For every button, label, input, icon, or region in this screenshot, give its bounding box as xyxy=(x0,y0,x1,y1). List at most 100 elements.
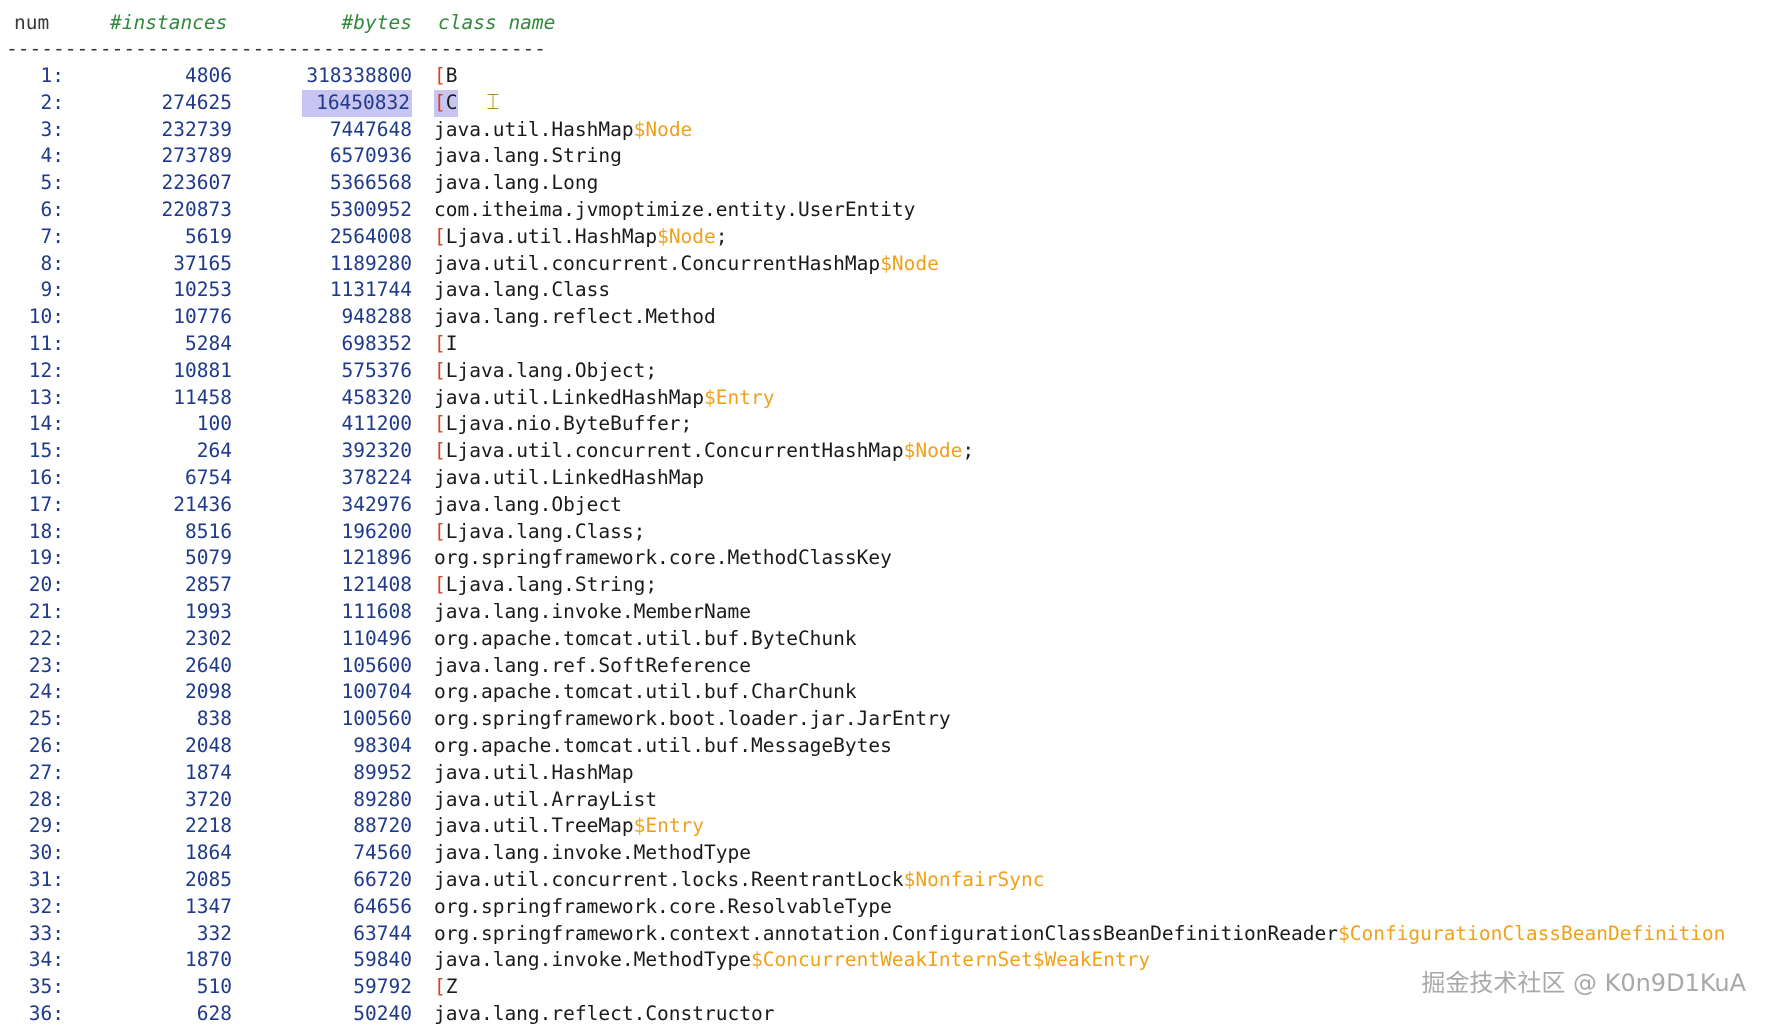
inner-class-suffix: $NonfairSync xyxy=(903,867,1045,891)
class-name-cell: java.lang.invoke.MemberName xyxy=(434,599,751,626)
instances-cell: 1347 xyxy=(185,894,232,918)
table-row[interactable]: 15: 264 392320 [Ljava.util.concurrent.Concu… xyxy=(0,438,1768,465)
class-name-cell: java.util.TreeMap$Entry xyxy=(434,813,704,840)
table-row[interactable]: 18: 8516 196200 [Ljava.lang.Class; xyxy=(0,519,1768,546)
bytes-cell: 2564008 xyxy=(329,224,412,248)
table-row[interactable]: 5: 223607 5366568 java.lang.Long xyxy=(0,170,1768,197)
table-row[interactable]: 3: 232739 7447648 java.util.HashMap$Node xyxy=(0,117,1768,144)
array-bracket: [ xyxy=(434,412,446,436)
histogram-table[interactable]: 1: 4806 318338800 [B 2: 274625 16450832 [C 3: 232… xyxy=(0,63,1768,1026)
array-bracket: [ xyxy=(434,358,446,382)
table-row[interactable]: 6: 220873 5300952 com.itheima.jvmoptimize.e… xyxy=(0,197,1768,224)
table-row[interactable]: 12: 10881 575376 [Ljava.lang.Object; xyxy=(0,358,1768,385)
class-name-text: java.util.ArrayList xyxy=(434,787,658,811)
table-row[interactable]: 2: 274625 16450832 [C xyxy=(0,89,1768,117)
row-number: 36: xyxy=(28,1001,64,1025)
table-row[interactable]: 7: 5619 2564008 [Ljava.util.HashMap$Node; xyxy=(0,224,1768,251)
bytes-cell: 1189280 xyxy=(329,251,412,275)
class-name-cell: java.lang.invoke.MethodType$ConcurrentWe… xyxy=(434,947,1150,974)
instances-cell: 21436 xyxy=(173,492,232,516)
class-name-cell: [Ljava.lang.Class; xyxy=(434,519,645,546)
table-row[interactable]: 31: 2085 66720 java.util.concurrent.locks.R… xyxy=(0,867,1768,894)
class-name-suffix: ; xyxy=(962,439,975,463)
row-number: 5: xyxy=(40,171,64,195)
table-row[interactable]: 27: 1874 89952 java.util.HashMap xyxy=(0,760,1768,787)
row-number: 18: xyxy=(28,519,64,543)
table-row[interactable]: 4: 273789 6570936 java.lang.String xyxy=(0,143,1768,170)
table-row[interactable]: 32: 1347 64656 org.springframework.core.Res… xyxy=(0,894,1768,921)
table-row[interactable]: 11: 5284 698352 [I xyxy=(0,331,1768,358)
instances-cell: 8516 xyxy=(185,519,232,543)
class-name-cell: java.util.HashMap xyxy=(434,760,634,787)
row-number: 31: xyxy=(28,867,64,891)
bytes-cell: 89280 xyxy=(353,787,412,811)
row-number: 2: xyxy=(40,90,64,114)
row-number: 30: xyxy=(28,841,64,865)
inner-class-suffix: $ConcurrentWeakInternSet$WeakEntry xyxy=(750,948,1151,972)
table-row[interactable]: 20: 2857 121408 [Ljava.lang.String; xyxy=(0,572,1768,599)
class-name-text: org.springframework.core.ResolvableType xyxy=(434,894,892,918)
class-name-text: java.util.TreeMap xyxy=(434,814,634,838)
table-row[interactable]: 25: 838 100560 org.springframework.boot.loa… xyxy=(0,706,1768,733)
class-name-text: java.lang.Object xyxy=(434,492,622,516)
table-row[interactable]: 29: 2218 88720 java.util.TreeMap$Entry xyxy=(0,813,1768,840)
bytes-cell: 100560 xyxy=(341,707,412,731)
class-name-cell: java.util.concurrent.locks.ReentrantLock… xyxy=(434,867,1045,894)
class-name-text: java.lang.invoke.MemberName xyxy=(434,599,751,623)
table-row[interactable]: 23: 2640 105600 java.lang.ref.SoftReference xyxy=(0,653,1768,680)
table-row[interactable]: 21: 1993 111608 java.lang.invoke.MemberName xyxy=(0,599,1768,626)
table-row[interactable]: 26: 2048 98304 org.apache.tomcat.util.buf.M… xyxy=(0,733,1768,760)
table-row[interactable]: 8: 37165 1189280 java.util.concurrent.Concu… xyxy=(0,251,1768,278)
table-row[interactable]: 9: 10253 1131744 java.lang.Class xyxy=(0,277,1768,304)
table-row[interactable]: 1: 4806 318338800 [B xyxy=(0,63,1768,90)
table-row[interactable]: 17: 21436 342976 java.lang.Object xyxy=(0,492,1768,519)
class-name-text: java.lang.Class xyxy=(434,278,611,302)
table-row[interactable]: 10: 10776 948288 java.lang.reflect.Method xyxy=(0,304,1768,331)
class-name-text: Ljava.nio.ByteBuffer; xyxy=(445,412,693,436)
table-row[interactable]: 19: 5079 121896 org.springframework.core.Me… xyxy=(0,545,1768,572)
class-name-cell: [I xyxy=(434,331,458,358)
table-row[interactable]: 22: 2302 110496 org.apache.tomcat.util.buf.… xyxy=(0,626,1768,653)
table-row[interactable]: 30: 1864 74560 java.lang.invoke.MethodType xyxy=(0,840,1768,867)
instances-cell: 1864 xyxy=(185,841,232,865)
watermark: 掘金技术社区 @ K0n9D1KuA xyxy=(1421,969,1746,997)
table-row[interactable]: 36: 628 50240 java.lang.reflect.Constructor xyxy=(0,1001,1768,1026)
class-name-text: java.lang.String xyxy=(434,144,622,168)
class-name-text: B xyxy=(445,64,458,87)
row-number: 33: xyxy=(28,921,64,945)
table-row[interactable]: 28: 3720 89280 java.util.ArrayList xyxy=(0,787,1768,814)
bytes-cell: 196200 xyxy=(341,519,412,543)
text-cursor-icon: ⌶ xyxy=(486,90,500,115)
table-row[interactable]: 14: 100 411200 [Ljava.nio.ByteBuffer; xyxy=(0,411,1768,438)
row-number: 29: xyxy=(28,814,64,838)
instances-cell: 1870 xyxy=(185,948,232,972)
table-row[interactable]: 13: 11458 458320 java.util.LinkedHashMap$En… xyxy=(0,385,1768,412)
bytes-cell: 575376 xyxy=(341,358,412,382)
class-name-cell: java.util.HashMap$Node xyxy=(434,117,692,144)
class-name-cell: org.springframework.context.annotation.C… xyxy=(434,921,1725,948)
table-row[interactable]: 16: 6754 378224 java.util.LinkedHashMap xyxy=(0,465,1768,492)
inner-class-suffix: $Entry xyxy=(633,814,705,838)
class-name-cell: java.lang.reflect.Method xyxy=(434,304,716,331)
row-number: 27: xyxy=(28,760,64,784)
class-name-text: java.lang.reflect.Constructor xyxy=(434,1001,775,1025)
table-row[interactable]: 24: 2098 100704 org.apache.tomcat.util.buf.… xyxy=(0,679,1768,706)
row-number: 21: xyxy=(28,599,64,623)
class-name-cell: org.springframework.core.MethodClassKey xyxy=(434,545,892,572)
class-name-text: java.lang.reflect.Method xyxy=(434,305,716,329)
bytes-cell: 105600 xyxy=(341,653,412,677)
bytes-cell: 74560 xyxy=(353,841,412,865)
class-name-cell: [B xyxy=(434,63,458,90)
instances-cell: 10776 xyxy=(173,305,232,329)
instances-cell: 264 xyxy=(196,439,232,463)
class-name-cell: java.lang.reflect.Constructor xyxy=(434,1001,774,1026)
row-number: 16: xyxy=(28,465,64,489)
row-number: 3: xyxy=(40,117,64,141)
bytes-cell: 121896 xyxy=(341,546,412,570)
bytes-cell: 458320 xyxy=(341,385,412,409)
class-name-suffix: ; xyxy=(715,224,728,248)
row-number: 19: xyxy=(28,546,64,570)
table-row[interactable]: 33: 332 63744 org.springframework.context.a… xyxy=(0,921,1768,948)
class-name-text: java.util.HashMap xyxy=(434,117,634,141)
row-number: 20: xyxy=(28,573,64,597)
